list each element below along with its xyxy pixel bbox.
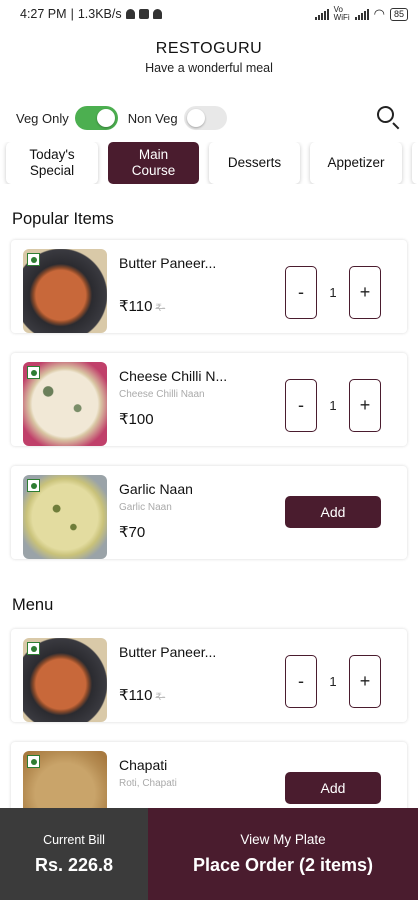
item-name: Butter Paneer...	[119, 255, 217, 271]
current-bill-panel: Current Bill Rs. 226.8	[0, 808, 148, 900]
tab-label: Main Course	[131, 147, 176, 178]
toggle-knob	[186, 109, 205, 127]
youtube-icon	[138, 9, 149, 19]
garlic-naan-image	[23, 475, 107, 559]
tab-more[interactable]	[412, 142, 418, 184]
popular-items-title: Popular Items	[12, 210, 114, 228]
item-description: Cheese Chilli Naan	[119, 389, 205, 400]
tab-label: Today's Special	[29, 147, 75, 178]
item-price: ₹100	[119, 411, 154, 428]
status-network-speed: 1.3KB/s	[77, 7, 122, 21]
original-price: ₹-	[155, 692, 166, 703]
quantity-value: 1	[329, 674, 337, 689]
category-tabs: Today's Special Main Course Desserts App…	[0, 142, 418, 184]
place-order-button[interactable]: View My Plate Place Order (2 items)	[148, 808, 418, 900]
decrease-button[interactable]: -	[285, 266, 317, 319]
place-order-label: Place Order (2 items)	[192, 855, 374, 875]
filter-row: Veg Only Non Veg	[0, 105, 418, 131]
status-left: 4:27 PM | 1.3KB/s	[20, 7, 162, 21]
tab-todays-special[interactable]: Today's Special	[6, 142, 98, 184]
veg-icon	[27, 366, 40, 379]
wifi-icon: ◠	[373, 6, 385, 21]
tab-label: Desserts	[227, 155, 282, 170]
current-bill-label: Current Bill	[43, 832, 105, 847]
snapchat-icon	[152, 9, 162, 19]
status-divider: |	[70, 7, 74, 21]
vowifi-label: Vo WiFi	[333, 5, 350, 22]
item-name: Butter Paneer...	[119, 644, 217, 660]
status-right: Vo WiFi ◠ 85	[314, 5, 408, 22]
item-price: ₹110 ₹-	[119, 686, 165, 704]
quantity-value: 1	[329, 285, 337, 300]
price-value: ₹110	[119, 298, 153, 315]
add-button[interactable]: Add	[285, 772, 381, 804]
non-veg-toggle[interactable]	[183, 106, 227, 130]
item-description: Garlic Naan	[119, 502, 172, 513]
item-name: Chapati	[119, 757, 168, 773]
tab-desserts[interactable]: Desserts	[209, 142, 300, 184]
cheese-chilli-naan-image	[23, 362, 107, 446]
notification-icon	[125, 9, 135, 19]
bottom-bar: Current Bill Rs. 226.8 View My Plate Pla…	[0, 808, 418, 900]
veg-icon	[27, 642, 40, 655]
increase-button[interactable]: +	[349, 266, 381, 319]
signal-icon	[314, 8, 329, 20]
item-price: ₹110 ₹-	[119, 297, 165, 315]
quantity-stepper: - 1 +	[285, 379, 381, 432]
battery-icon: 85	[389, 7, 408, 21]
quantity-value: 1	[329, 398, 337, 413]
decrease-button[interactable]: -	[285, 655, 317, 708]
price-value: ₹110	[119, 687, 153, 704]
status-bar: 4:27 PM | 1.3KB/s Vo WiFi ◠ 85	[0, 0, 418, 28]
increase-button[interactable]: +	[349, 655, 381, 708]
popular-item-card[interactable]: Butter Paneer... ₹110 ₹- - 1 +	[11, 240, 407, 333]
item-price: ₹70	[119, 524, 146, 541]
item-name: Garlic Naan	[119, 481, 193, 497]
veg-icon	[27, 755, 40, 768]
quantity-stepper: - 1 +	[285, 266, 381, 319]
menu-title: Menu	[12, 596, 54, 614]
veg-only-label: Veg Only	[16, 110, 69, 126]
veg-icon	[27, 253, 40, 266]
toggle-knob	[96, 109, 115, 127]
tab-appetizer[interactable]: Appetizer	[310, 142, 402, 184]
popular-item-card[interactable]: Cheese Chilli N... Cheese Chilli Naan ₹1…	[11, 353, 407, 446]
butter-paneer-image	[23, 638, 107, 722]
app-title: RESTOGURU	[155, 40, 263, 57]
search-button[interactable]	[376, 105, 402, 131]
non-veg-label: Non Veg	[127, 110, 178, 126]
item-name: Cheese Chilli N...	[119, 368, 228, 384]
increase-button[interactable]: +	[349, 379, 381, 432]
item-description: Roti, Chapati	[119, 778, 177, 789]
app-subtitle: Have a wonderful meal	[145, 61, 273, 75]
current-bill-amount: Rs. 226.8	[34, 854, 114, 875]
popular-item-card[interactable]: Garlic Naan Garlic Naan ₹70 Add	[11, 466, 407, 559]
butter-paneer-image	[23, 249, 107, 333]
add-button[interactable]: Add	[285, 496, 381, 528]
veg-icon	[27, 479, 40, 492]
signal-icon-2	[354, 8, 369, 20]
tab-main-course[interactable]: Main Course	[108, 142, 199, 184]
status-time: 4:27 PM	[20, 7, 67, 21]
original-price: ₹-	[155, 303, 166, 314]
view-plate-label: View My Plate	[240, 832, 326, 847]
decrease-button[interactable]: -	[285, 379, 317, 432]
quantity-stepper: - 1 +	[285, 655, 381, 708]
menu-item-card[interactable]: Butter Paneer... ₹110 ₹- - 1 +	[11, 629, 407, 722]
tab-label: Appetizer	[327, 155, 385, 170]
veg-only-toggle[interactable]	[74, 106, 118, 130]
app-header: RESTOGURU Have a wonderful meal	[0, 28, 418, 75]
